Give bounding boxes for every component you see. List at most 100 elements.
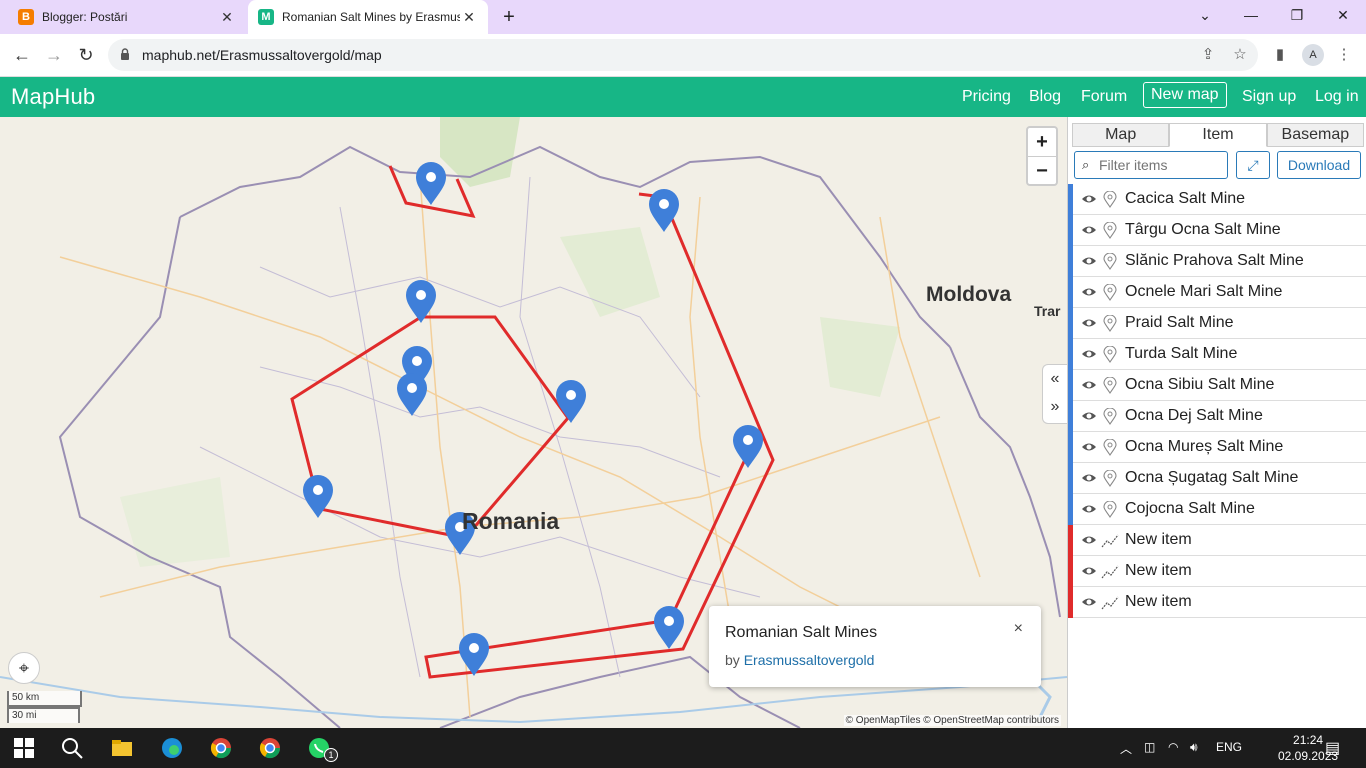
back-button[interactable]: ← — [10, 43, 34, 67]
filter-input[interactable] — [1099, 156, 1223, 174]
eye-icon[interactable] — [1081, 501, 1097, 517]
scale-mi: 30 mi — [7, 707, 80, 723]
meet-icon[interactable]: ◫ — [1144, 740, 1155, 754]
eye-icon[interactable] — [1081, 439, 1097, 455]
nav-forum[interactable]: Forum — [1081, 88, 1127, 106]
panel-toggle[interactable]: « » — [1042, 364, 1067, 424]
list-item[interactable]: Ocna Șugatag Salt Mine — [1068, 463, 1366, 494]
bookmark-star-icon[interactable]: ☆ — [1230, 45, 1250, 65]
nav-sign-up[interactable]: Sign up — [1242, 88, 1296, 106]
address-bar[interactable]: maphub.net/Erasmussaltovergold/map ⇪ ☆ — [108, 39, 1258, 71]
locate-me-button[interactable]: ⌖ — [8, 652, 40, 684]
eye-icon[interactable] — [1081, 594, 1097, 610]
eye-icon[interactable] — [1081, 222, 1097, 238]
eye-icon[interactable] — [1081, 408, 1097, 424]
list-item[interactable]: Cojocna Salt Mine — [1068, 494, 1366, 525]
map-attribution[interactable]: © OpenMapTiles © OpenStreetMap contribut… — [843, 715, 1061, 726]
windows-start-icon[interactable] — [12, 736, 36, 760]
eye-icon[interactable] — [1081, 315, 1097, 331]
file-explorer-icon[interactable] — [110, 736, 134, 760]
tab-basemap[interactable]: Basemap — [1266, 123, 1364, 147]
browser-tab-strip: B Blogger: Postări ✕ M Romanian Salt Min… — [0, 0, 1366, 34]
nav-new-map-button[interactable]: New map — [1143, 82, 1227, 108]
list-item[interactable]: New item — [1068, 556, 1366, 587]
collapse-panel-icon[interactable]: « — [1043, 365, 1067, 393]
scale-km: 50 km — [7, 691, 82, 707]
list-item[interactable]: Ocna Dej Salt Mine — [1068, 401, 1366, 432]
list-item[interactable]: Slănic Prahova Salt Mine — [1068, 246, 1366, 277]
expand-panel-icon[interactable]: » — [1043, 393, 1067, 421]
item-name: Slănic Prahova Salt Mine — [1125, 252, 1304, 269]
nav-pricing[interactable]: Pricing — [962, 88, 1011, 106]
list-item[interactable]: New item — [1068, 525, 1366, 556]
list-item[interactable]: Ocna Sibiu Salt Mine — [1068, 370, 1366, 401]
reload-button[interactable]: ↻ — [74, 43, 98, 67]
list-item[interactable]: Ocnele Mari Salt Mine — [1068, 277, 1366, 308]
tray-chevron-icon[interactable]: ︿ — [1120, 740, 1132, 757]
popup-close-button[interactable]: × — [1014, 620, 1023, 638]
close-icon[interactable]: ✕ — [460, 9, 478, 26]
list-item[interactable]: Târgu Ocna Salt Mine — [1068, 215, 1366, 246]
eye-icon[interactable] — [1081, 191, 1097, 207]
popup-byline: by Erasmussaltovergold — [725, 652, 874, 668]
list-item[interactable]: Cacica Salt Mine — [1068, 184, 1366, 215]
author-link[interactable]: Erasmussaltovergold — [744, 652, 875, 668]
eye-icon[interactable] — [1081, 532, 1097, 548]
new-tab-button[interactable]: + — [498, 6, 520, 28]
item-name: Ocnele Mari Salt Mine — [1125, 283, 1283, 300]
marker-icon — [1103, 439, 1117, 456]
panel-tabs: Map Item Basemap — [1072, 123, 1364, 147]
browser-tab-blogger[interactable]: B Blogger: Postări ✕ — [8, 0, 246, 34]
edge-icon[interactable] — [160, 736, 184, 760]
map-canvas[interactable]: Moldova Trar Romania + − « » ⌖ 50 km 30 … — [0, 117, 1067, 728]
nav-blog[interactable]: Blog — [1029, 88, 1061, 106]
expand-icon: ⤢ — [1247, 157, 1259, 173]
volume-icon[interactable]: 🔊︎ — [1190, 740, 1198, 755]
chrome-profile-icon[interactable] — [258, 736, 282, 760]
fullscreen-button[interactable]: ⤢ — [1236, 151, 1270, 179]
browser-tab-maphub[interactable]: M Romanian Salt Mines by Erasmus ✕ — [248, 0, 488, 34]
forest-area — [120, 477, 230, 567]
tab-search-icon[interactable]: ⌄ — [1182, 0, 1228, 30]
road — [419, 176, 471, 718]
close-icon[interactable]: ✕ — [218, 9, 236, 26]
forward-button[interactable]: → — [42, 43, 66, 67]
search-icon[interactable] — [60, 736, 84, 760]
list-item[interactable]: New item — [1068, 587, 1366, 618]
tab-item[interactable]: Item — [1169, 123, 1267, 147]
eye-icon[interactable] — [1081, 470, 1097, 486]
eye-icon[interactable] — [1081, 377, 1097, 393]
download-button[interactable]: Download — [1277, 151, 1361, 179]
eye-icon[interactable] — [1081, 253, 1097, 269]
list-item[interactable]: Praid Salt Mine — [1068, 308, 1366, 339]
zoom-in-button[interactable]: + — [1028, 128, 1056, 156]
marker-icon — [1103, 222, 1117, 239]
language-indicator[interactable]: ENG — [1216, 740, 1242, 754]
item-color-bar — [1068, 432, 1073, 463]
nav-log-in[interactable]: Log in — [1315, 88, 1359, 106]
brand-logo[interactable]: MapHub — [11, 84, 95, 110]
tab-map[interactable]: Map — [1072, 123, 1170, 147]
item-color-bar — [1068, 401, 1073, 432]
avatar[interactable]: A — [1302, 44, 1324, 66]
eye-icon[interactable] — [1081, 563, 1097, 579]
windows-taskbar: 1 ︿ ◫ ◠ 🔊︎ ENG 21:24 02.09.2023 ▤ — [0, 728, 1366, 768]
menu-dots-icon[interactable]: ⋮ — [1334, 45, 1354, 65]
share-icon[interactable]: ⇪ — [1198, 45, 1218, 65]
road — [879, 216, 981, 578]
close-window-button[interactable]: ✕ — [1320, 0, 1366, 30]
restore-button[interactable]: ❐ — [1274, 0, 1320, 30]
item-name: Ocna Mureș Salt Mine — [1125, 438, 1284, 455]
side-panel-icon[interactable]: ▮ — [1270, 45, 1290, 65]
list-item[interactable]: Turda Salt Mine — [1068, 339, 1366, 370]
wifi-icon[interactable]: ◠ — [1168, 740, 1178, 754]
item-name: Ocna Dej Salt Mine — [1125, 407, 1263, 424]
chrome-icon[interactable] — [209, 736, 233, 760]
list-item[interactable]: Ocna Mureș Salt Mine — [1068, 432, 1366, 463]
minimize-button[interactable]: — — [1228, 0, 1274, 30]
notifications-icon[interactable]: ▤ — [1325, 738, 1340, 758]
eye-icon[interactable] — [1081, 346, 1097, 362]
zoom-out-button[interactable]: − — [1028, 156, 1056, 184]
route-line[interactable] — [290, 315, 570, 540]
eye-icon[interactable] — [1081, 284, 1097, 300]
